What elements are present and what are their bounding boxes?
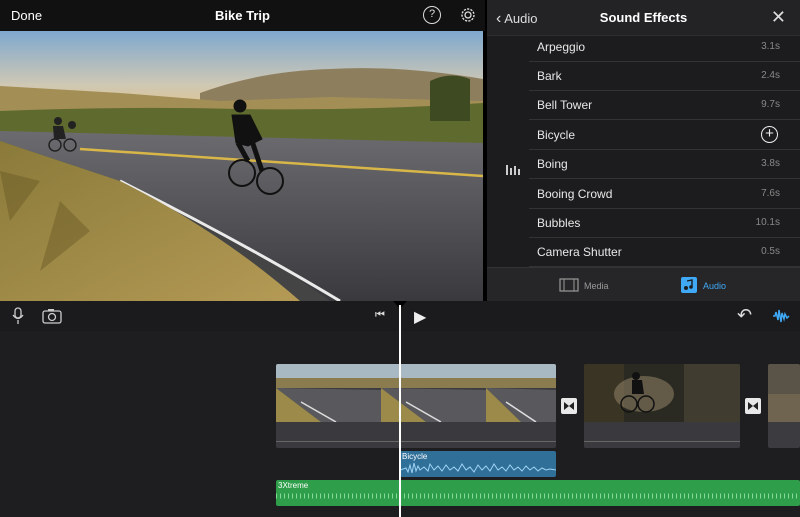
tab-audio[interactable]: Audio bbox=[681, 268, 761, 302]
sound-effects-list: Arpeggio 3.1s Bark 2.4s Bell Tower 9.7s … bbox=[487, 33, 800, 267]
sfx-item-selected[interactable]: Bicycle + bbox=[529, 121, 800, 150]
tab-audio-label: Audio bbox=[703, 281, 727, 291]
sfx-item[interactable]: Boing 3.8s bbox=[529, 150, 800, 179]
transition-icon bbox=[564, 402, 574, 410]
panel-header: ‹ Audio Sound Effects ✕ bbox=[487, 0, 800, 36]
sfx-name: Bubbles bbox=[537, 216, 581, 230]
sfx-name: Arpeggio bbox=[537, 40, 586, 54]
clip-audio-strip bbox=[584, 422, 740, 448]
camera-icon[interactable] bbox=[42, 308, 62, 324]
transition-button[interactable] bbox=[745, 398, 761, 414]
top-bar: Done Bike Trip ? bbox=[0, 0, 485, 31]
sfx-name: Boing bbox=[537, 157, 568, 171]
sound-effect-clip[interactable]: Bicycle bbox=[400, 451, 556, 477]
video-clip[interactable] bbox=[276, 364, 556, 448]
sound-effect-waveform bbox=[400, 462, 556, 474]
tab-media-label: Media bbox=[584, 281, 609, 291]
sfx-duration: 9.7s bbox=[761, 99, 780, 110]
library-tabbar: Media Audio bbox=[487, 267, 800, 301]
music-note-icon bbox=[681, 277, 697, 293]
sfx-duration: 3.1s bbox=[761, 41, 780, 52]
music-track-clip[interactable]: 3Xtreme bbox=[276, 480, 800, 506]
sfx-duration: 3.8s bbox=[761, 158, 780, 169]
video-viewer[interactable] bbox=[0, 31, 483, 301]
tab-media[interactable]: Media bbox=[559, 268, 639, 302]
transition-icon bbox=[748, 402, 758, 410]
add-icon[interactable]: + bbox=[761, 126, 778, 143]
playhead[interactable] bbox=[399, 305, 401, 517]
panel-title: Sound Effects bbox=[599, 10, 688, 25]
playing-bars-icon bbox=[506, 165, 520, 175]
video-frame bbox=[0, 31, 483, 301]
clip-thumbnails bbox=[276, 364, 556, 423]
sfx-item[interactable]: Camera Shutter 0.5s bbox=[529, 238, 800, 267]
sfx-item[interactable]: Bubbles 10.1s bbox=[529, 209, 800, 238]
sfx-item[interactable]: Arpeggio 3.1s bbox=[529, 33, 800, 62]
sfx-name: Bicycle bbox=[537, 128, 576, 142]
audio-waveform-icon[interactable] bbox=[772, 308, 790, 324]
sfx-item[interactable]: Bark 2.4s bbox=[529, 62, 800, 91]
film-icon bbox=[559, 278, 579, 292]
sfx-duration: 10.1s bbox=[755, 217, 780, 228]
sfx-name: Bark bbox=[537, 69, 562, 83]
sfx-duration: 0.5s bbox=[761, 246, 780, 257]
sfx-name: Booing Crowd bbox=[537, 187, 613, 201]
sfx-item[interactable]: Booing Crowd 7.6s bbox=[529, 180, 800, 209]
video-clip[interactable] bbox=[584, 364, 740, 448]
microphone-icon[interactable] bbox=[12, 307, 24, 325]
close-icon[interactable]: ✕ bbox=[771, 8, 786, 26]
music-waveform bbox=[276, 493, 800, 499]
clip-audio-strip bbox=[276, 422, 556, 448]
sfx-duration: 2.4s bbox=[761, 70, 780, 81]
video-clip[interactable] bbox=[768, 364, 800, 448]
sfx-item[interactable]: Bell Tower 9.7s bbox=[529, 91, 800, 120]
sfx-name: Camera Shutter bbox=[537, 245, 622, 259]
project-title: Bike Trip bbox=[215, 8, 270, 23]
sound-effects-panel: ‹ Audio Sound Effects ✕ Arpeggio 3.1s Ba… bbox=[487, 0, 800, 301]
clip-thumbnail bbox=[768, 364, 800, 422]
sfx-name: Bell Tower bbox=[537, 98, 593, 112]
clip-thumbnails bbox=[584, 364, 740, 422]
undo-icon[interactable]: ↶ bbox=[737, 305, 752, 326]
play-icon[interactable]: ▶ bbox=[414, 307, 426, 327]
gear-icon[interactable] bbox=[459, 6, 477, 24]
help-button[interactable]: ? bbox=[423, 6, 441, 24]
transition-button[interactable] bbox=[561, 398, 577, 414]
sfx-duration: 7.6s bbox=[761, 188, 780, 199]
skip-to-start-icon[interactable]: ⏮ bbox=[375, 309, 385, 322]
